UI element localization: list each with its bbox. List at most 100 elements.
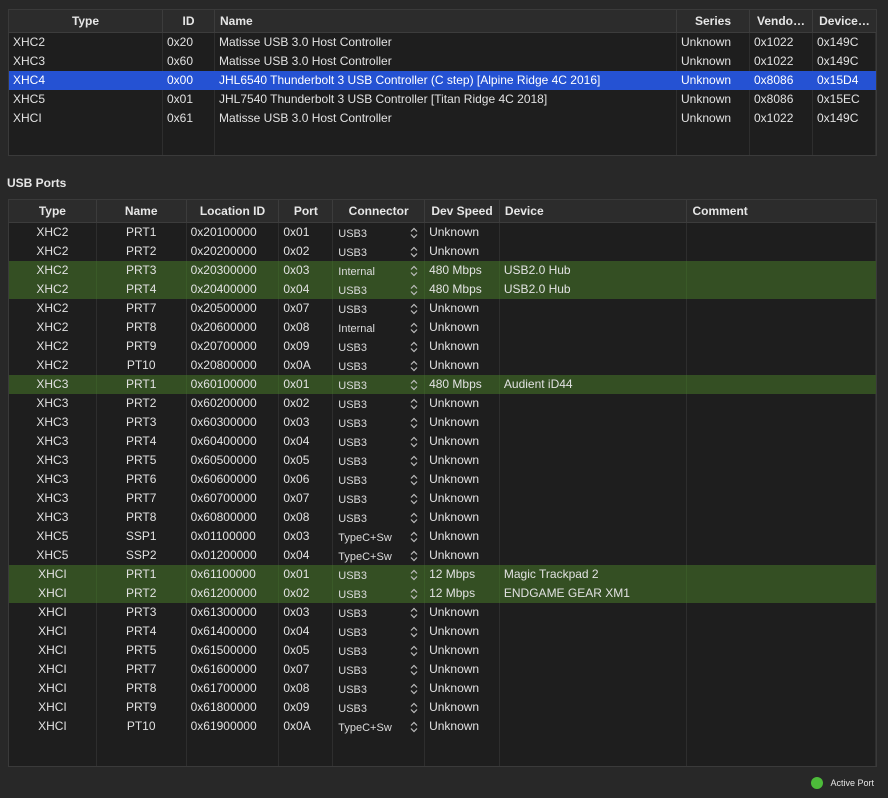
connector-select[interactable]: USB3 (333, 698, 426, 717)
port-row[interactable]: XHC2 PRT7 0x20500000 0x07 USB3 Unknown (9, 299, 876, 318)
connector-select[interactable]: Internal (333, 261, 426, 280)
connector-select[interactable]: USB3 (333, 299, 426, 318)
controller-row[interactable]: XHCI 0x61 Matisse USB 3.0 Host Controller U… (9, 109, 876, 128)
port-comment-cell[interactable] (687, 603, 876, 622)
port-row[interactable]: XHC3 PRT4 0x60400000 0x04 USB3 Unknown (9, 432, 876, 451)
port-row[interactable]: XHC3 PRT6 0x60600000 0x06 USB3 Unknown (9, 470, 876, 489)
port-row[interactable]: XHC5 SSP2 0x01200000 0x04 TypeC+Sw Unknown (9, 546, 876, 565)
port-row[interactable]: XHC2 PRT4 0x20400000 0x04 USB3 480 Mbps USB2.0… (9, 280, 876, 299)
port-row[interactable]: XHC2 PRT2 0x20200000 0x02 USB3 Unknown (9, 242, 876, 261)
connector-select[interactable]: USB3 (333, 432, 426, 451)
port-row[interactable]: XHCI PRT4 0x61400000 0x04 USB3 Unknown (9, 622, 876, 641)
port-row[interactable]: XHC2 PRT3 0x20300000 0x03 Internal 480 Mbps US… (9, 261, 876, 280)
port-comment-cell[interactable] (687, 337, 876, 356)
port-comment-cell[interactable] (687, 717, 876, 736)
port-row[interactable]: XHC3 PRT1 0x60100000 0x01 USB3 480 Mbps Audien… (9, 375, 876, 394)
port-comment-cell[interactable] (687, 299, 876, 318)
controller-row[interactable]: XHC2 0x20 Matisse USB 3.0 Host Controller U… (9, 33, 876, 52)
port-row[interactable]: XHC3 PRT3 0x60300000 0x03 USB3 Unknown (9, 413, 876, 432)
connector-select[interactable]: USB3 (333, 356, 426, 375)
port-row[interactable]: XHCI PRT8 0x61700000 0x08 USB3 Unknown (9, 679, 876, 698)
controller-row[interactable]: XHC3 0x60 Matisse USB 3.0 Host Controller U… (9, 52, 876, 71)
column-header-name[interactable]: Name (215, 10, 677, 32)
connector-select[interactable]: USB3 (333, 242, 426, 261)
port-row[interactable]: XHC2 PRT1 0x20100000 0x01 USB3 Unknown (9, 223, 876, 242)
connector-select[interactable]: USB3 (333, 413, 426, 432)
column-header-type[interactable]: Type (9, 200, 97, 222)
port-comment-cell[interactable] (687, 698, 876, 717)
port-comment-cell[interactable] (687, 318, 876, 337)
port-comment-cell[interactable] (687, 375, 876, 394)
connector-select[interactable]: USB3 (333, 489, 426, 508)
port-row[interactable]: XHC3 PRT5 0x60500000 0x05 USB3 Unknown (9, 451, 876, 470)
column-header-series[interactable]: Series (677, 10, 750, 32)
port-comment-cell[interactable] (687, 470, 876, 489)
connector-select[interactable]: TypeC+Sw (333, 546, 426, 565)
port-comment-cell[interactable] (687, 261, 876, 280)
port-row[interactable]: XHCI PT10 0x61900000 0x0A TypeC+Sw Unknown (9, 717, 876, 736)
connector-select[interactable]: USB3 (333, 679, 426, 698)
column-header-id[interactable]: ID (163, 10, 215, 32)
port-comment-cell[interactable] (687, 546, 876, 565)
port-row[interactable]: XHCI PRT5 0x61500000 0x05 USB3 Unknown (9, 641, 876, 660)
connector-select[interactable]: TypeC+Sw (333, 717, 426, 736)
port-comment-cell[interactable] (687, 280, 876, 299)
port-comment-cell[interactable] (687, 508, 876, 527)
port-row[interactable]: XHCI PRT7 0x61600000 0x07 USB3 Unknown (9, 660, 876, 679)
connector-select[interactable]: USB3 (333, 451, 426, 470)
port-row[interactable]: XHC5 SSP1 0x01100000 0x03 TypeC+Sw Unknown (9, 527, 876, 546)
port-comment-cell[interactable] (687, 489, 876, 508)
port-row[interactable]: XHC2 PRT8 0x20600000 0x08 Internal Unknown (9, 318, 876, 337)
port-row[interactable]: XHCI PRT9 0x61800000 0x09 USB3 Unknown (9, 698, 876, 717)
column-header-type[interactable]: Type (9, 10, 163, 32)
connector-select[interactable]: USB3 (333, 622, 426, 641)
port-row[interactable]: XHC2 PT10 0x20800000 0x0A USB3 Unknown (9, 356, 876, 375)
controller-row[interactable]: XHC4 0x00 JHL6540 Thunderbolt 3 USB Contro… (9, 71, 876, 90)
connector-select[interactable]: Internal (333, 318, 426, 337)
port-comment-cell[interactable] (687, 641, 876, 660)
port-row[interactable]: XHC2 PRT9 0x20700000 0x09 USB3 Unknown (9, 337, 876, 356)
port-comment-cell[interactable] (687, 413, 876, 432)
column-header-name[interactable]: Name (97, 200, 187, 222)
port-comment-cell[interactable] (687, 679, 876, 698)
port-comment-cell[interactable] (687, 584, 876, 603)
connector-select[interactable]: USB3 (333, 375, 426, 394)
connector-select[interactable]: USB3 (333, 508, 426, 527)
port-comment-cell[interactable] (687, 242, 876, 261)
connector-select[interactable]: USB3 (333, 394, 426, 413)
column-header-connector[interactable]: Connector (333, 200, 426, 222)
connector-select[interactable]: USB3 (333, 641, 426, 660)
column-header-location[interactable]: Location ID (187, 200, 280, 222)
column-header-device[interactable]: Device (500, 200, 688, 222)
connector-select[interactable]: USB3 (333, 470, 426, 489)
port-comment-cell[interactable] (687, 622, 876, 641)
connector-select[interactable]: USB3 (333, 280, 426, 299)
port-comment-cell[interactable] (687, 432, 876, 451)
connector-select[interactable]: USB3 (333, 223, 426, 242)
port-row[interactable]: XHCI PRT2 0x61200000 0x02 USB3 12 Mbps ENDGAME… (9, 584, 876, 603)
controller-row[interactable]: XHC5 0x01 JHL7540 Thunderbolt 3 USB Contro… (9, 90, 876, 109)
port-comment-cell[interactable] (687, 394, 876, 413)
port-comment-cell[interactable] (687, 527, 876, 546)
column-header-speed[interactable]: Dev Speed (425, 200, 500, 222)
port-row[interactable]: XHCI PRT3 0x61300000 0x03 USB3 Unknown (9, 603, 876, 622)
connector-select[interactable]: USB3 (333, 660, 426, 679)
port-comment-cell[interactable] (687, 565, 876, 584)
column-header-port[interactable]: Port (279, 200, 334, 222)
port-comment-cell[interactable] (687, 660, 876, 679)
connector-select[interactable]: USB3 (333, 603, 426, 622)
connector-select[interactable]: TypeC+Sw (333, 527, 426, 546)
connector-select[interactable]: USB3 (333, 337, 426, 356)
port-row[interactable]: XHC3 PRT2 0x60200000 0x02 USB3 Unknown (9, 394, 876, 413)
port-row[interactable]: XHC3 PRT7 0x60700000 0x07 USB3 Unknown (9, 489, 876, 508)
port-comment-cell[interactable] (687, 356, 876, 375)
connector-select[interactable]: USB3 (333, 565, 426, 584)
connector-select[interactable]: USB3 (333, 584, 426, 603)
port-row[interactable]: XHC3 PRT8 0x60800000 0x08 USB3 Unknown (9, 508, 876, 527)
column-header-device[interactable]: Device… (813, 10, 876, 32)
port-row[interactable]: XHCI PRT1 0x61100000 0x01 USB3 12 Mbps Magic T… (9, 565, 876, 584)
port-comment-cell[interactable] (687, 451, 876, 470)
port-comment-cell[interactable] (687, 223, 876, 242)
column-header-vendor[interactable]: Vendo… (750, 10, 813, 32)
column-header-comment[interactable]: Comment (687, 200, 876, 222)
